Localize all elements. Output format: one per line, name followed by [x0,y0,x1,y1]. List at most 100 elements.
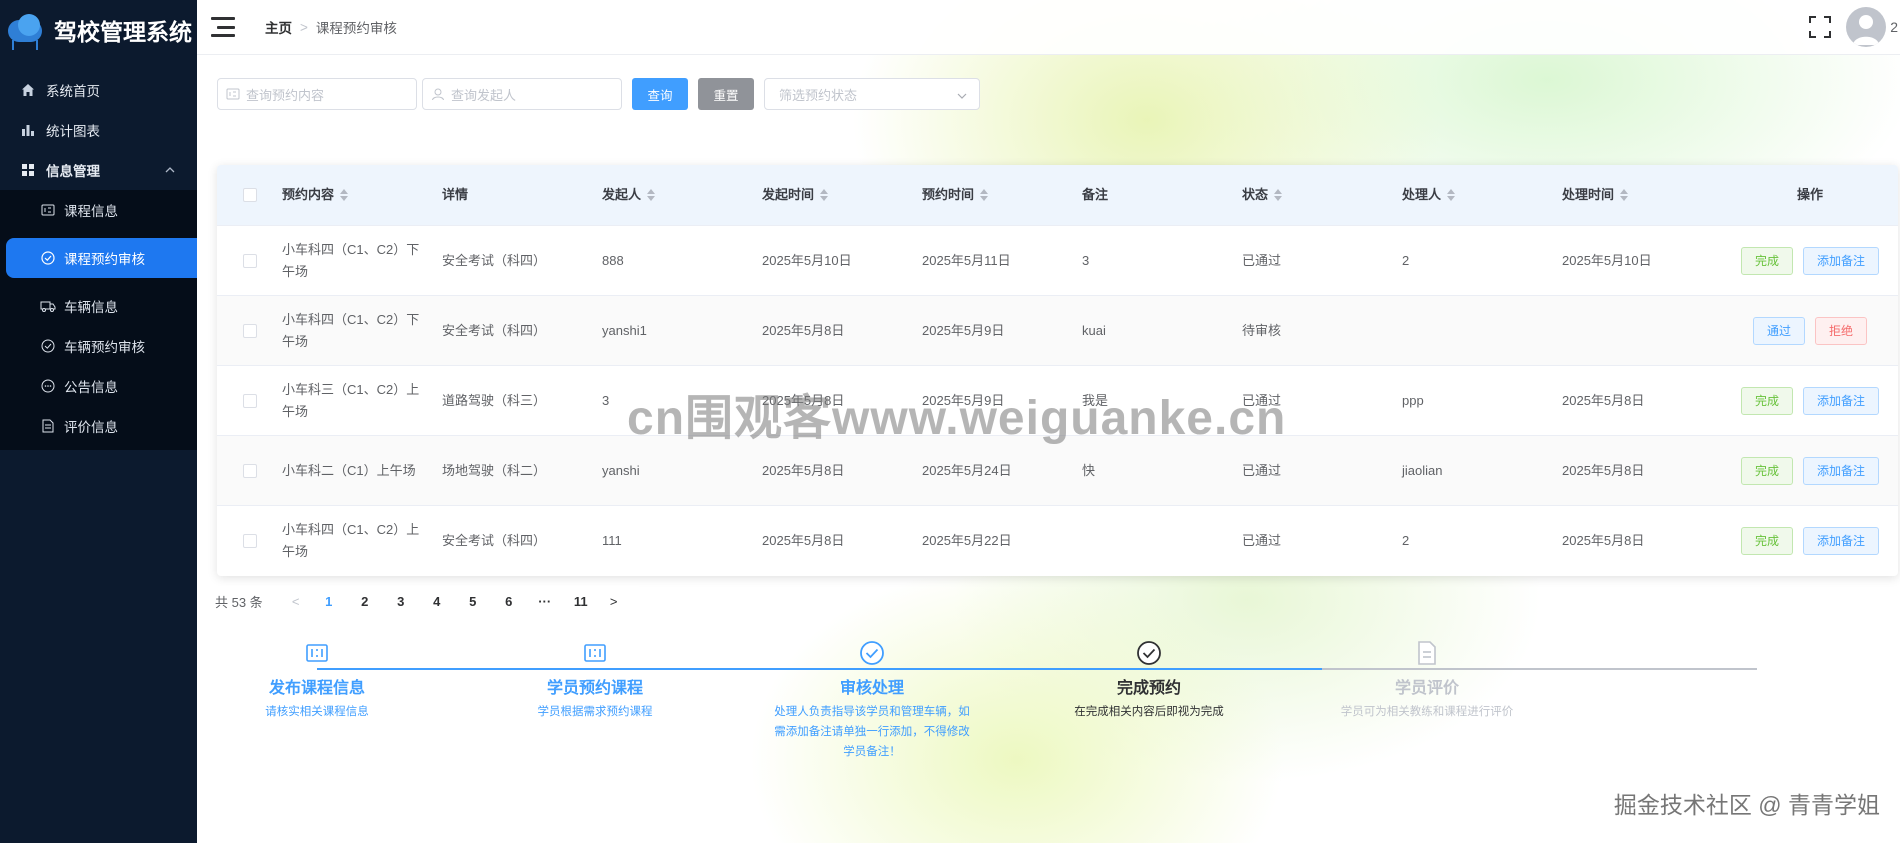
step-description: 学员根据需求预约课程 [537,706,653,718]
sidebar-item-course-info[interactable]: 课程信息 [0,190,197,230]
step-5: 学员评价 学员可为相关教练和课程进行评价 [1327,640,1527,722]
cell-status: 已通过 [1242,462,1282,478]
page-number[interactable]: 1 [311,594,347,609]
sidebar-item-home[interactable]: 系统首页 [0,70,197,110]
total-count: 共 53 条 [215,594,263,610]
page-ellipsis[interactable]: ··· [527,594,563,609]
col-user[interactable]: 发起人 [602,184,762,206]
status-filter-select[interactable]: 筛选预约状态 [764,78,980,110]
sidebar-item-reviews[interactable]: 评价信息 [0,406,197,446]
sidebar: 驾校管理系统 系统首页 统计图表 信息管理 课程信息 课程预约审核 车辆信息 车… [0,0,197,843]
cell-content: 小车科三（C1、C2）上午场 [282,381,420,419]
add-note-button[interactable]: 添加备注 [1803,526,1880,555]
user-name[interactable]: 2 [1890,19,1898,35]
sidebar-item-label: 公告信息 [64,380,118,395]
document-icon [40,418,56,434]
check-circle-icon [40,338,56,354]
grid-icon [20,162,36,178]
cell-handler: ppp [1402,392,1424,408]
col-handler[interactable]: 处理人 [1402,184,1562,206]
cell-status: 已通过 [1242,532,1282,548]
prev-page-icon[interactable]: < [281,594,311,609]
reject-button[interactable]: 拒绝 [1815,316,1868,345]
sort-icon[interactable] [340,189,349,201]
chevron-up-icon [165,165,175,176]
row-checkbox[interactable] [242,323,257,338]
add-note-button[interactable]: 添加备注 [1803,246,1880,275]
page-number[interactable]: 11 [563,594,599,609]
sidebar-item-vehicle-info[interactable]: 车辆信息 [0,286,197,326]
select-all-checkbox[interactable] [242,188,257,202]
form-icon [304,640,330,666]
sidebar-group-info[interactable]: 信息管理 [0,150,197,190]
table-row: 小车科四（C1、C2）上午场 安全考试（科四） 111 2025年5月8日 2025年5… [217,505,1898,575]
cell-user: yanshi [602,462,640,478]
complete-button[interactable]: 完成 [1740,246,1793,275]
top-bar: 主页 > 课程预约审核 2 [197,0,1900,55]
table-row: 小车科四（C1、C2）下午场 安全考试（科四） yanshi1 2025年5月8日 20… [217,295,1898,365]
col-appt-time[interactable]: 预约时间 [922,184,1082,206]
cell-detail: 安全考试（科四） [442,532,547,548]
complete-button[interactable]: 完成 [1740,386,1793,415]
sidebar-item-vehicle-booking-review[interactable]: 车辆预约审核 [0,326,197,366]
cell-start-time: 2025年5月8日 [762,322,845,338]
add-note-button[interactable]: 添加备注 [1803,386,1880,415]
row-checkbox[interactable] [242,253,257,268]
step-title: 学员评价 [1394,680,1459,697]
sort-icon[interactable] [1447,189,1456,201]
sidebar-item-label: 统计图表 [46,124,100,139]
cell-handle-time: 2025年5月8日 [1562,392,1645,408]
cell-content: 小车科四（C1、C2）下午场 [282,241,420,279]
menu-toggle-icon[interactable] [211,17,235,37]
fullscreen-icon[interactable] [1808,15,1832,39]
page-number[interactable]: 6 [491,594,527,609]
cell-user: yanshi1 [602,322,647,338]
approve-button[interactable]: 通过 [1752,316,1805,345]
sort-icon[interactable] [1274,189,1283,201]
step-description: 在完成相关内容后即视为完成 [1074,706,1224,718]
cell-detail: 道路驾驶（科三） [442,392,547,408]
row-checkbox[interactable] [242,463,257,478]
cell-handle-time: 2025年5月10日 [1562,252,1652,268]
col-status[interactable]: 状态 [1242,184,1402,206]
sidebar-item-label: 车辆预约审核 [64,340,145,355]
query-button[interactable]: 查询 [632,78,688,110]
page-number[interactable]: 5 [455,594,491,609]
step-4: 完成预约 在完成相关内容后即视为完成 [1049,640,1249,722]
cell-note: 快 [1082,462,1096,478]
sidebar-item-announcements[interactable]: 公告信息 [0,366,197,406]
page-number[interactable]: 4 [419,594,455,609]
next-page-icon[interactable]: > [599,594,629,609]
sort-icon[interactable] [980,189,989,201]
user-search-input[interactable]: 查询发起人 [422,78,622,110]
table-header: 预约内容 详情 发起人 发起时间 预约时间 备注 状态 处理人 处理时间 操作 [217,165,1898,225]
col-start-time[interactable]: 发起时间 [762,184,922,206]
col-content[interactable]: 预约内容 [282,184,442,206]
sort-icon[interactable] [1620,189,1629,201]
reset-button[interactable]: 重置 [698,78,754,110]
row-checkbox[interactable] [242,393,257,408]
cell-user: 888 [602,252,624,268]
avatar[interactable] [1846,7,1887,47]
content-search-placeholder: 查询预约内容 [246,87,325,103]
cell-start-time: 2025年5月10日 [762,252,852,268]
complete-button[interactable]: 完成 [1740,526,1793,555]
page-number[interactable]: 3 [383,594,419,609]
page-number[interactable]: 2 [347,594,383,609]
sidebar-item-course-booking-review[interactable]: 课程预约审核 [6,238,197,278]
cell-note: 3 [1082,252,1090,268]
content-search-input[interactable]: 查询预约内容 [217,78,417,110]
sort-icon[interactable] [820,189,829,201]
breadcrumb-home[interactable]: 主页 [265,17,292,37]
course-icon [40,202,56,218]
cell-appt-time: 2025年5月24日 [922,462,1012,478]
complete-button[interactable]: 完成 [1740,456,1793,485]
add-note-button[interactable]: 添加备注 [1803,456,1880,485]
sidebar-menu: 系统首页 统计图表 信息管理 课程信息 课程预约审核 车辆信息 车辆预约审核 公… [0,70,197,450]
sidebar-item-label: 车辆信息 [64,300,118,315]
col-handle-time[interactable]: 处理时间 [1562,184,1722,206]
sidebar-item-charts[interactable]: 统计图表 [0,110,197,150]
row-checkbox[interactable] [242,533,257,548]
sort-icon[interactable] [647,189,656,201]
table-row: 小车科四（C1、C2）下午场 安全考试（科四） 888 2025年5月10日 2025年… [217,225,1898,295]
